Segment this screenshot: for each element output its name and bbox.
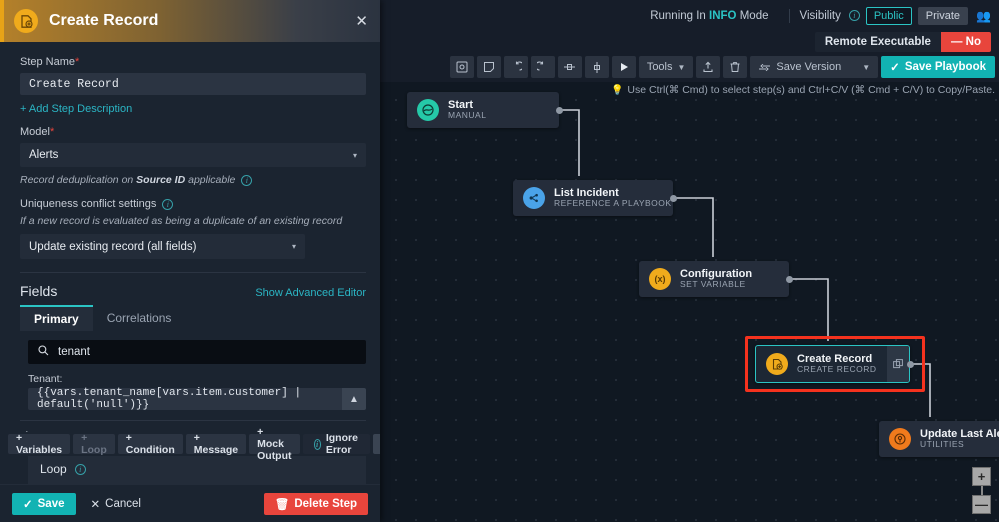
uniqueness-label-text: Uniqueness conflict settings <box>20 198 157 210</box>
save-button[interactable]: ✓ Save <box>12 492 76 515</box>
field-search-value: tenant <box>58 346 90 358</box>
model-value: Alerts <box>29 149 59 161</box>
tab-correlations[interactable]: Correlations <box>93 305 186 331</box>
tenant-field-row: {{vars.tenant_name[vars.item.customer] |… <box>28 387 366 411</box>
ignore-error-value-toggle[interactable]: No <box>372 434 380 454</box>
show-advanced-editor-link[interactable]: Show Advanced Editor <box>255 287 366 299</box>
model-select[interactable]: Alerts ▾ <box>20 143 366 167</box>
chevron-down-icon: ▾ <box>291 242 296 251</box>
field-search-input[interactable]: tenant <box>28 340 366 364</box>
uniqueness-select[interactable]: Update existing record (all fields) ▾ <box>20 234 305 259</box>
app-root: Running In INFO Mode Visibility i Public… <box>0 0 999 522</box>
model-label-text: Model <box>20 126 50 138</box>
add-mock-output-button[interactable]: + Mock Output <box>249 426 300 462</box>
loop-label: Loop <box>40 462 67 476</box>
panel-title: Create Record <box>49 12 159 29</box>
dedup-note: Record deduplication on Source ID applic… <box>20 174 366 186</box>
tenant-field-label: Tenant: <box>28 373 63 385</box>
tenant-field-expand-button[interactable]: ▲ <box>342 388 366 410</box>
add-condition-button[interactable]: + Condition <box>117 432 183 456</box>
delete-step-button[interactable]: 🗑 Delete Step <box>263 492 368 515</box>
delete-step-button-label: Delete Step <box>294 497 357 510</box>
trash-icon: 🗑 <box>274 498 290 511</box>
uniqueness-value: Update existing record (all fields) <box>29 240 197 253</box>
utilities-divider <box>20 420 366 421</box>
add-variables-button[interactable]: + Variables <box>8 432 71 456</box>
step-name-label-text: Step Name <box>20 56 76 68</box>
panel-footer: ✓ Save ✕ Cancel 🗑 Delete Step <box>0 484 380 522</box>
search-icon <box>38 345 49 359</box>
loop-title: Loop i <box>40 462 354 476</box>
close-icon: ✕ <box>90 498 101 511</box>
step-name-value: Create Record <box>29 77 119 91</box>
create-record-icon <box>14 9 38 33</box>
close-icon[interactable]: ✕ <box>355 12 368 30</box>
add-loop-button[interactable]: + Loop <box>73 432 115 456</box>
tab-primary[interactable]: Primary <box>20 305 93 331</box>
ignore-error-button[interactable]: i Ignore Error <box>302 432 370 456</box>
required-marker: * <box>49 126 55 138</box>
save-button-label: Save <box>37 497 65 510</box>
section-divider <box>20 272 366 273</box>
check-icon: ✓ <box>23 498 33 511</box>
dedup-note-emphasis: Source ID <box>136 174 186 186</box>
panel-header: Create Record ✕ <box>0 0 380 42</box>
info-icon[interactable]: i <box>74 463 86 475</box>
add-step-description-link[interactable]: + Add Step Description <box>20 103 366 115</box>
panel-accent-bar <box>0 0 4 42</box>
fields-tabs: Primary Correlations <box>20 305 366 331</box>
panel-body: Step Name* Create Record + Add Step Desc… <box>0 42 380 484</box>
cancel-button[interactable]: ✕ Cancel <box>82 493 150 515</box>
create-record-panel: Create Record ✕ Step Name* Create Record… <box>0 0 380 522</box>
info-icon[interactable]: i <box>162 198 174 210</box>
loop-card: Loop i for each for each "vars.item" in … <box>28 452 366 484</box>
dedup-note-pre: Record deduplication on <box>20 174 137 186</box>
cancel-button-label: Cancel <box>105 497 141 510</box>
utility-buttons-bar: + Variables + Loop + Condition + Message… <box>0 426 380 462</box>
uniqueness-description: If a new record is evaluated as being a … <box>20 215 343 227</box>
model-label: Model* <box>20 126 366 138</box>
tenant-field-input[interactable]: {{vars.tenant_name[vars.item.customer] |… <box>28 387 342 411</box>
info-icon: i <box>313 438 321 450</box>
chevron-down-icon: ▾ <box>352 150 357 160</box>
step-name-label: Step Name* <box>20 56 366 68</box>
step-name-input[interactable]: Create Record <box>20 73 366 95</box>
ignore-error-label: Ignore Error <box>325 432 358 456</box>
panel-form: Step Name* Create Record + Add Step Desc… <box>0 42 380 484</box>
uniqueness-label: Uniqueness conflict settings i <box>20 198 366 210</box>
dedup-note-post: applicable <box>185 174 236 186</box>
required-marker: * <box>75 56 80 68</box>
info-icon[interactable]: i <box>241 174 253 186</box>
add-message-button[interactable]: + Message <box>185 432 247 456</box>
fields-header: Fields Show Advanced Editor <box>20 283 366 299</box>
fields-title: Fields <box>20 283 58 299</box>
